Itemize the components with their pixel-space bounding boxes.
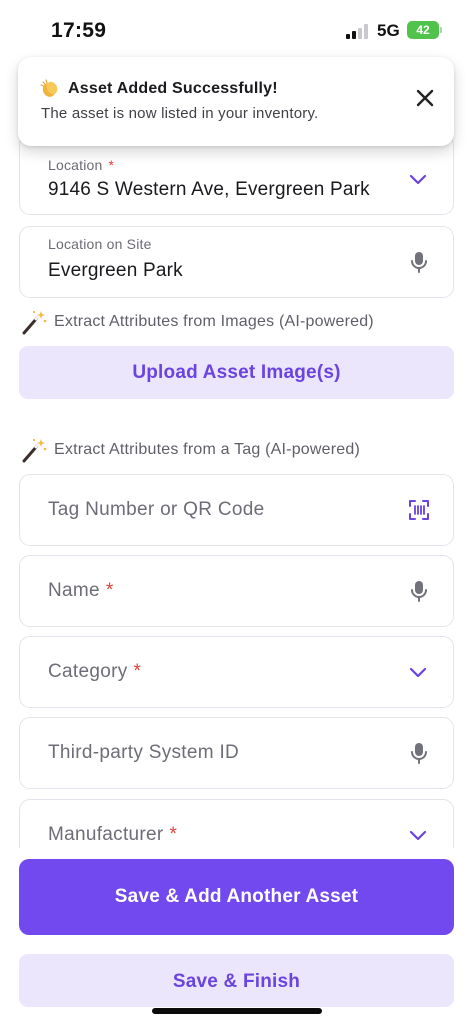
image-extract-label: Extract Attributes from Images (AI-power… <box>20 309 374 335</box>
toast-message: The asset is now listed in your inventor… <box>41 105 319 122</box>
location-select[interactable]: Location * 9146 S Western Ave, Evergreen … <box>19 134 454 215</box>
location-value: 9146 S Western Ave, Evergreen Park <box>48 179 370 200</box>
cellular-signal-icon <box>346 24 370 39</box>
network-type: 5G <box>377 21 400 40</box>
battery-tip <box>440 27 442 33</box>
required-mark: * <box>133 661 142 682</box>
toast-title: Asset Added Successfully! <box>68 80 278 97</box>
required-mark: * <box>105 580 114 601</box>
image-extract-text: Extract Attributes from Images (AI-power… <box>54 313 374 330</box>
success-toast: Asset Added Successfully! The asset is n… <box>18 57 454 146</box>
tag-extract-label: Extract Attributes from a Tag (AI-powere… <box>20 437 360 463</box>
manufacturer-placeholder: Manufacturer * <box>48 824 178 845</box>
microphone-icon[interactable] <box>407 579 431 603</box>
location-on-site-value: Evergreen Park <box>48 260 183 281</box>
third-party-id-placeholder: Third-party System ID <box>48 742 240 763</box>
save-finish-button[interactable]: Save & Finish <box>19 954 454 1007</box>
tag-extract-text: Extract Attributes from a Tag (AI-powere… <box>54 441 361 458</box>
name-field[interactable]: Name * <box>19 555 454 627</box>
required-mark: * <box>169 824 178 845</box>
third-party-id-field[interactable]: Third-party System ID <box>19 717 454 789</box>
upload-asset-images-button[interactable]: Upload Asset Image(s) <box>19 346 454 399</box>
tag-number-field[interactable]: Tag Number or QR Code <box>19 474 454 546</box>
chevron-down-icon <box>409 174 427 185</box>
location-on-site-label: Location on Site <box>48 236 152 252</box>
scan-icon[interactable] <box>407 498 431 522</box>
location-label: Location * <box>48 157 115 173</box>
home-indicator[interactable] <box>152 1008 322 1014</box>
category-placeholder: Category * <box>48 661 142 682</box>
clapping-hands-icon <box>40 79 58 97</box>
battery-icon: 42 <box>407 21 439 39</box>
magic-wand-icon <box>22 438 47 463</box>
category-select[interactable]: Category * <box>19 636 454 708</box>
tag-number-placeholder: Tag Number or QR Code <box>48 499 265 520</box>
save-add-another-button[interactable]: Save & Add Another Asset <box>19 859 454 935</box>
microphone-icon[interactable] <box>407 250 431 274</box>
status-time: 17:59 <box>51 19 107 42</box>
close-icon[interactable] <box>414 87 436 109</box>
magic-wand-icon <box>22 310 47 335</box>
required-mark: * <box>108 157 115 173</box>
status-bar: 17:59 5G 42 <box>0 0 473 60</box>
location-on-site-field[interactable]: Location on Site Evergreen Park <box>19 226 454 298</box>
chevron-down-icon <box>409 667 427 678</box>
chevron-down-icon <box>409 830 427 841</box>
microphone-icon[interactable] <box>407 741 431 765</box>
name-placeholder: Name * <box>48 580 114 601</box>
